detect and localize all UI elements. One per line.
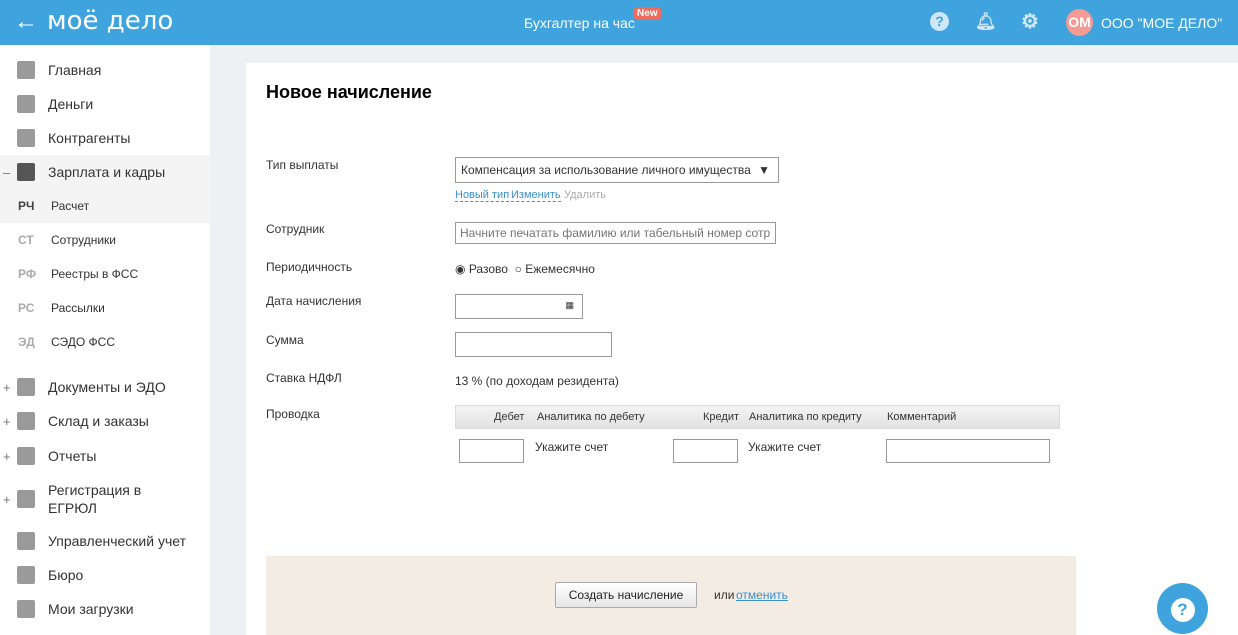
help-icon[interactable]: ? (930, 12, 949, 31)
registration-icon (17, 490, 35, 508)
sidebar-item-documents[interactable]: + Документы и ЭДО (0, 370, 210, 404)
comment-input[interactable] (886, 439, 1050, 463)
sidebar-sub-sedo[interactable]: ЭД СЭДО ФСС (0, 325, 210, 359)
expand-icon[interactable]: + (3, 380, 11, 395)
sidebar-item-warehouse[interactable]: + Склад и заказы (0, 404, 210, 438)
main-content: Новое начисление Тип выплаты Компенсация… (246, 63, 1238, 635)
sidebar-item-salary[interactable]: – Зарплата и кадры (0, 155, 210, 189)
create-accrual-button[interactable]: Создать начисление (555, 582, 697, 608)
bell-icon[interactable]: 🔔︎ (975, 12, 997, 32)
col-debit: Дебет (494, 411, 525, 423)
expand-icon[interactable]: + (3, 492, 11, 507)
sidebar-item-bureau[interactable]: Бюро (0, 558, 210, 592)
organization-name[interactable]: ООО "МОЕ ДЕЛО" (1101, 15, 1222, 31)
expand-icon[interactable]: + (3, 449, 11, 464)
col-credit: Кредит (703, 411, 740, 423)
posting-table-header: Дебет Аналитика по дебету Кредит Аналити… (455, 405, 1060, 429)
sidebar-sub-mailings[interactable]: РС Рассылки (0, 291, 210, 325)
sidebar-item-management[interactable]: Управленческий учет (0, 524, 210, 558)
calendar-icon[interactable]: ▦ (565, 300, 574, 311)
folder-icon (17, 378, 35, 396)
question-icon: ? (1170, 597, 1195, 622)
dropdown-arrow-icon: ▼ (758, 163, 770, 177)
management-icon (17, 532, 35, 550)
folder-icon (17, 600, 35, 618)
date-label: Дата начисления (266, 294, 362, 308)
briefcase-icon (17, 566, 35, 584)
report-icon (17, 447, 35, 465)
sidebar-item-contractors[interactable]: Контрагенты (0, 121, 210, 155)
date-input[interactable]: ▦ (455, 294, 583, 319)
col-debit-analytics: Аналитика по дебету (537, 411, 645, 423)
wallet-icon (17, 163, 35, 181)
logo[interactable]: моё дело (47, 6, 173, 36)
radio-once[interactable]: ◉ Разово (455, 262, 508, 276)
edit-link[interactable]: Изменить (511, 189, 561, 202)
money-icon (17, 95, 35, 113)
debit-hint: Укажите счет (535, 440, 609, 454)
expand-icon[interactable]: + (3, 414, 11, 429)
sidebar-item-money[interactable]: Деньги (0, 87, 210, 121)
sidebar-sub-calc[interactable]: РЧ Расчет (0, 189, 210, 223)
selected-value: Компенсация за использование личного иму… (461, 163, 751, 177)
sidebar-sub-fss-registers[interactable]: РФ Реестры в ФСС (0, 257, 210, 291)
periodicity-label: Периодичность (266, 260, 353, 274)
radio-monthly[interactable]: ○ Ежемесячно (515, 262, 595, 276)
sidebar-item-reports[interactable]: + Отчеты (0, 439, 210, 473)
delete-link[interactable]: Удалить (564, 189, 606, 201)
sidebar-sub-employees[interactable]: СТ Сотрудники (0, 223, 210, 257)
gear-icon[interactable]: ⚙ (1020, 12, 1040, 32)
employee-label: Сотрудник (266, 222, 325, 236)
back-arrow-icon[interactable]: ← (14, 8, 38, 36)
or-text: или (714, 588, 735, 602)
debit-input[interactable] (459, 439, 524, 463)
posting-label: Проводка (266, 407, 320, 421)
ndfl-value: 13 % (по доходам резидента) (455, 374, 619, 388)
new-type-link[interactable]: Новый тип (455, 189, 510, 202)
form-footer: Создать начисление или отменить (266, 556, 1076, 635)
help-chat-button[interactable]: ? (1157, 583, 1208, 634)
new-badge: New (634, 7, 661, 20)
cart-icon (17, 412, 35, 430)
sum-label: Сумма (266, 333, 304, 347)
collapse-icon[interactable]: – (3, 165, 10, 180)
sidebar: Главная Деньги Контрагенты – Зарплата и к… (0, 45, 210, 635)
sidebar-item-home[interactable]: Главная (0, 53, 210, 87)
avatar[interactable]: ОМ (1066, 9, 1093, 36)
sum-input[interactable] (455, 332, 612, 357)
employee-input[interactable] (455, 222, 776, 244)
cancel-link[interactable]: отменить (736, 588, 788, 602)
periodicity-radio-group: ◉ Разово ○ Ежемесячно (455, 262, 595, 276)
home-icon (17, 61, 35, 79)
payment-type-label: Тип выплаты (266, 158, 339, 172)
accountant-per-hour-link[interactable]: Бухгалтер на час (524, 15, 635, 31)
payment-type-select[interactable]: Компенсация за использование личного иму… (455, 157, 779, 183)
sidebar-item-registration[interactable]: + Регистрация в ЕГРЮЛ (0, 479, 210, 519)
col-credit-analytics: Аналитика по кредиту (749, 411, 862, 423)
page-title: Новое начисление (266, 82, 432, 102)
credit-input[interactable] (673, 439, 738, 463)
top-bar: ← моё дело Бухгалтер на час New ? 🔔︎ ⚙ О… (0, 0, 1238, 45)
ndfl-label: Ставка НДФЛ (266, 371, 342, 385)
credit-hint: Укажите счет (748, 440, 822, 454)
col-comment: Комментарий (887, 411, 957, 423)
person-icon (17, 129, 35, 147)
sidebar-item-downloads[interactable]: Мои загрузки (0, 592, 210, 626)
